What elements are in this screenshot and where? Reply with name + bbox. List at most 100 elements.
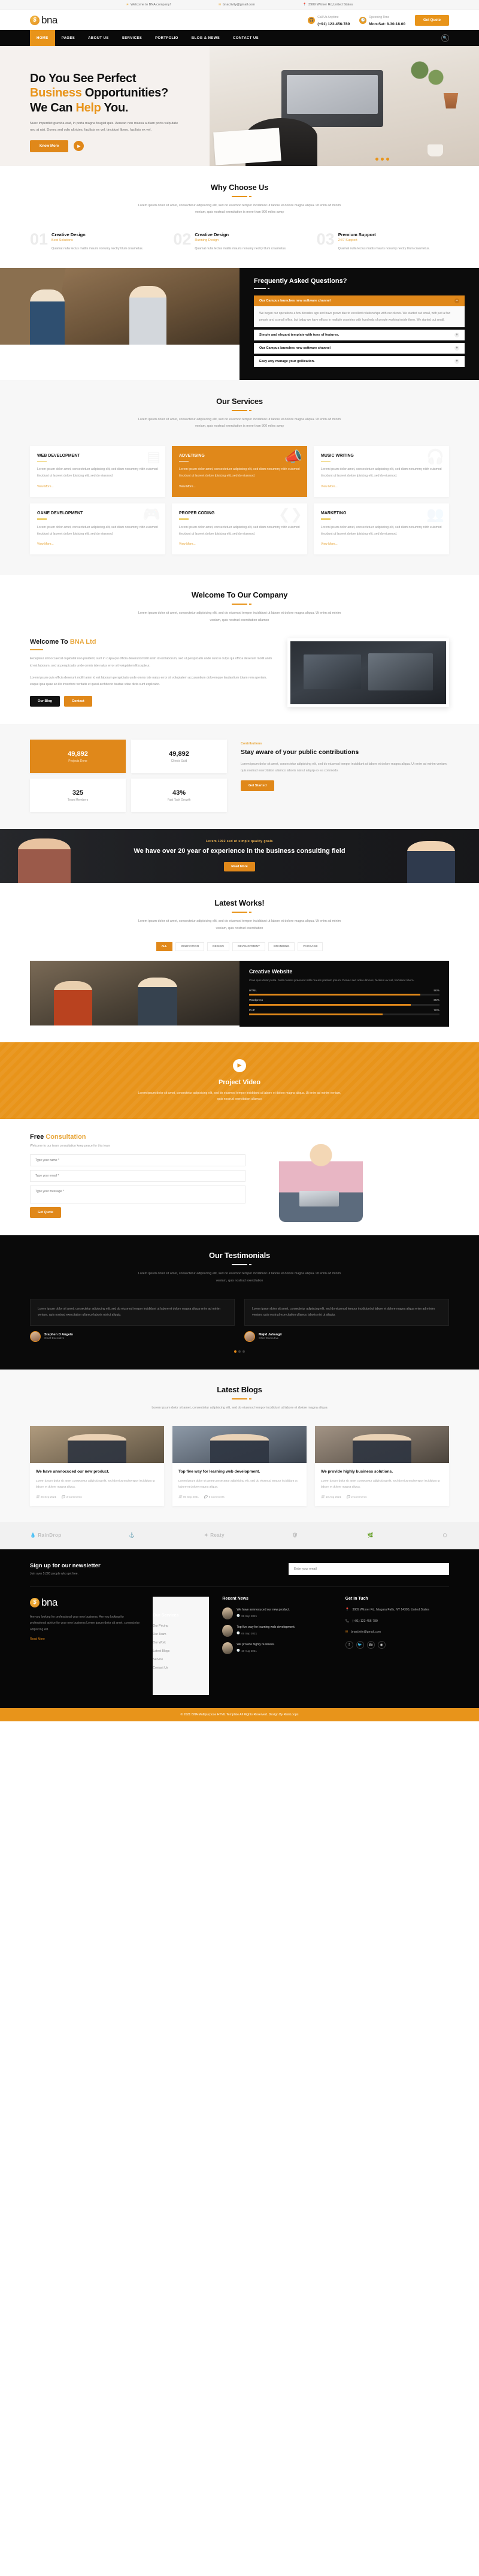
contact-button[interactable]: Contact	[63, 695, 92, 707]
portfolio-filter-all[interactable]: ALL	[156, 942, 173, 951]
faq-item[interactable]: Simple and elegant template with tons of…	[254, 330, 465, 341]
plus-icon[interactable]: +	[454, 359, 459, 364]
footer-news-item[interactable]: Top five way for learning web developmen…	[222, 1624, 332, 1637]
consultation-photo	[261, 1133, 449, 1223]
why-item-sub: Running Design	[195, 239, 219, 243]
faq-question[interactable]: Easy way manage your gollication. +	[254, 356, 465, 367]
portfolio-section: Latest Works! Lorem ipsum dolor sit amet…	[0, 883, 479, 1043]
page-root: ☀ Welcome to BNA company! ✉ bnactivity@g…	[0, 0, 479, 1721]
faq-question[interactable]: Simple and elegant template with tons of…	[254, 330, 465, 341]
experience-read-more-button[interactable]: Read More	[224, 862, 255, 872]
service-view-more-link[interactable]: View More...	[321, 485, 338, 488]
blog-card[interactable]: Top five way for learning web developmen…	[172, 1426, 307, 1506]
service-view-more-link[interactable]: View More...	[37, 485, 54, 488]
footer-service-link[interactable]: Latest Blogs	[153, 1649, 209, 1653]
nav-item-services[interactable]: SERVICES	[116, 30, 148, 46]
footer-phone-row[interactable]: 📞 (+91) 123-456-789	[345, 1619, 449, 1625]
nav-item-contact-us[interactable]: CONTACT US	[226, 30, 265, 46]
footer-news-item[interactable]: We have annnocuced our new product. 🕑 26 …	[222, 1607, 332, 1619]
testimonials-dots[interactable]	[30, 1350, 449, 1353]
name-field[interactable]	[30, 1154, 245, 1167]
newsletter-email-input[interactable]	[289, 1563, 449, 1575]
twitter-icon[interactable]: 🐦	[356, 1641, 364, 1649]
topbar-email[interactable]: ✉ bnactivity@gmail.com	[219, 3, 255, 7]
portfolio-filters[interactable]: ALL INNOVATION DESIGN DEVELOPMENT BRANDING PA…	[30, 942, 449, 951]
facebook-icon[interactable]: f	[345, 1641, 353, 1649]
get-quote-button[interactable]: Get Quote	[414, 14, 449, 26]
welcome-heading: Welcome To BNA Ltd	[30, 638, 274, 645]
minus-icon[interactable]: −	[454, 298, 459, 304]
email-field[interactable]	[30, 1170, 245, 1183]
portfolio-filter-branding[interactable]: BRANDING	[268, 942, 295, 951]
message-field[interactable]	[30, 1186, 245, 1204]
plus-icon[interactable]: +	[454, 346, 459, 351]
service-card[interactable]: 👥 MARKETING Lorem ipsum dolor amet, cons…	[314, 503, 449, 555]
footer-service-link[interactable]: Our Work	[153, 1641, 209, 1645]
hero-dot[interactable]	[381, 158, 384, 161]
know-more-button[interactable]: Know More	[30, 140, 69, 152]
faq-question[interactable]: Our Campus launches new software channel…	[254, 295, 465, 307]
consultation-row: Free Consultation Welcome to our team co…	[30, 1133, 449, 1223]
service-view-more-link[interactable]: View More...	[179, 485, 196, 488]
faq-question[interactable]: Our Campus launches new software channel…	[254, 343, 465, 354]
footer-logo[interactable]: $ bna	[30, 1597, 140, 1609]
hero-dot[interactable]	[375, 158, 378, 161]
testimonial-dot[interactable]	[234, 1350, 237, 1353]
service-view-more-link[interactable]: View More...	[37, 542, 54, 546]
faq-answer: We began our operations a few decades ag…	[254, 306, 465, 328]
blog-card[interactable]: We have annnocuced our new product. Lore…	[30, 1426, 164, 1506]
service-view-more-link[interactable]: View More...	[179, 542, 196, 546]
footer-service-link[interactable]: Our Pricing	[153, 1624, 209, 1628]
footer-read-more-link[interactable]: Read More	[30, 1637, 45, 1641]
faq-item[interactable]: Easy way manage your gollication. +	[254, 356, 465, 367]
faq-item[interactable]: Our Campus launches new software channel…	[254, 295, 465, 328]
footer-service-link[interactable]: Contact Us	[153, 1666, 209, 1670]
service-card[interactable]: 📣 ADVETISING Lorem ipsum dolor amet, con…	[172, 445, 307, 497]
hero-carousel-dots[interactable]	[375, 158, 389, 161]
behance-icon[interactable]: Be	[366, 1641, 375, 1649]
video-play-icon[interactable]: ▶	[233, 1058, 246, 1072]
testimonial-dot[interactable]	[238, 1350, 241, 1353]
blogs-section: Latest Blogs Lorem ipsum dolor sit amet,…	[0, 1369, 479, 1522]
nav-item-home[interactable]: HOME	[30, 30, 55, 46]
footer-service-link[interactable]: Our Team	[153, 1633, 209, 1636]
dribbble-icon[interactable]: ◉	[377, 1641, 386, 1649]
services-divider	[232, 410, 251, 412]
faq-list: Our Campus launches new software channel…	[254, 295, 465, 367]
service-card[interactable]: 🎮 GAME DEVELOPMENT Lorem ipsum dolor ame…	[30, 503, 165, 555]
nav-item-pages[interactable]: PAGES	[55, 30, 82, 46]
service-view-more-link[interactable]: View More...	[321, 542, 338, 546]
service-card-text: Lorem ipsum dolor amet, consectetuer adi…	[37, 467, 158, 478]
footer-news-item[interactable]: We provide highly business. 🕑 10 Aug 2021	[222, 1642, 332, 1654]
get-started-button[interactable]: Get Started	[241, 780, 275, 792]
search-icon[interactable]: 🔍	[441, 34, 449, 42]
service-card[interactable]: ❮❯ PROPER CODING Lorem ipsum dolor amet,…	[172, 503, 307, 555]
play-icon[interactable]: ▶	[74, 141, 84, 152]
logo[interactable]: $ bna	[30, 14, 57, 26]
welcome-left: Welcome To BNA Ltd Excepteur sint occaec…	[30, 638, 274, 707]
portfolio-filter-package[interactable]: PACKAGE	[298, 942, 323, 951]
service-card[interactable]: 🎧 MUSIC WRITING Lorem ipsum dolor amet, …	[314, 445, 449, 497]
skill-bar: PHP 70%	[249, 1009, 439, 1016]
nav-item-about-us[interactable]: ABOUT US	[81, 30, 116, 46]
faq-item[interactable]: Our Campus launches new software channel…	[254, 343, 465, 354]
our-blog-button[interactable]: Our Blog	[30, 695, 60, 707]
testimonial-dot[interactable]	[242, 1350, 245, 1353]
hero-dot[interactable]	[386, 158, 389, 161]
service-card-divider	[179, 460, 189, 462]
blog-card[interactable]: We provide highly business solutions. Lo…	[315, 1426, 449, 1506]
portfolio-filter-development[interactable]: DEVELOPMENT	[232, 942, 266, 951]
why-item: 02 Creative Design Running Design Quamat…	[173, 231, 305, 252]
plus-icon[interactable]: +	[454, 333, 459, 338]
nav-item-blog-news[interactable]: BLOG & NEWS	[185, 30, 226, 46]
consultation-submit-button[interactable]: Get Quote	[30, 1207, 62, 1218]
portfolio-filter-innovation[interactable]: INNOVATION	[175, 942, 205, 951]
portfolio-filter-design[interactable]: DESIGN	[207, 942, 229, 951]
nav-item-portfolio[interactable]: PORTFOLIO	[148, 30, 185, 46]
testimonials-divider	[232, 1264, 251, 1266]
counter-box: 49,892 Projects Done	[30, 740, 126, 774]
service-card[interactable]: ▤ WEB DEVELOPMENT Lorem ipsum dolor amet…	[30, 445, 165, 497]
footer-service-link[interactable]: Service	[153, 1658, 209, 1661]
footer-email-row[interactable]: ✉ bnactivity@gmail.com	[345, 1630, 449, 1636]
header-hours-label: Opeening Time	[369, 16, 390, 20]
